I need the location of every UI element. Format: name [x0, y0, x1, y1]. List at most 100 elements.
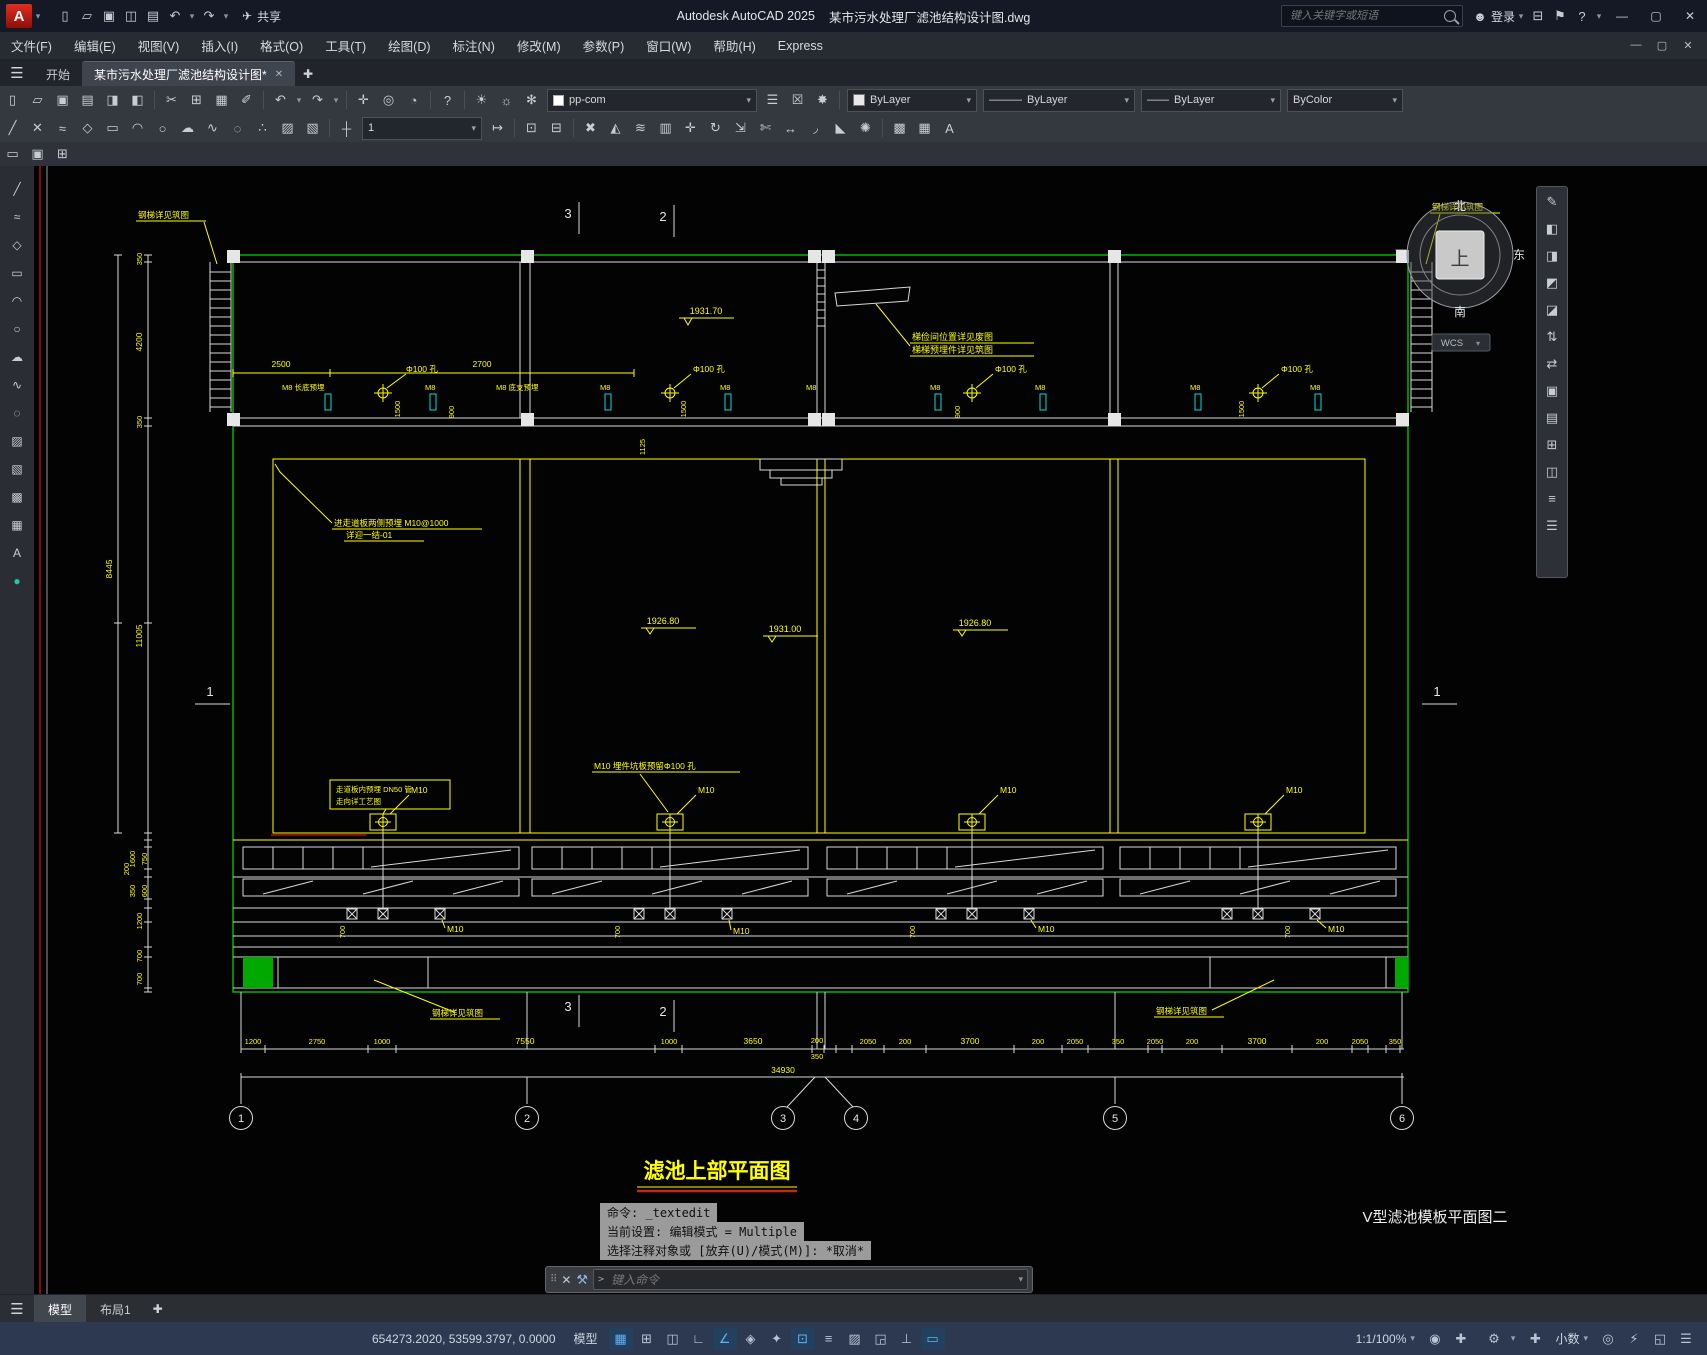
line-stack-icon[interactable]: ≡ — [1541, 488, 1564, 509]
doc-restore-icon[interactable]: ▢ — [1649, 39, 1675, 52]
mtext-icon[interactable]: A — [938, 118, 961, 139]
color-caret-icon[interactable]: ▾ — [966, 95, 971, 106]
draw-order-above-icon[interactable]: ◩ — [1541, 272, 1564, 293]
point-style-icon[interactable]: ● — [6, 570, 29, 591]
zoom-icon[interactable]: ◎ — [377, 90, 400, 111]
minimize-button[interactable]: — — [1605, 0, 1639, 32]
xline-icon[interactable]: ✕ — [26, 118, 49, 139]
store-cart-icon[interactable]: ⊟ — [1527, 5, 1549, 27]
new-layout-button[interactable]: ✚ — [145, 1297, 171, 1321]
search-icon[interactable] — [1443, 10, 1456, 22]
model-space-label[interactable]: 模型 — [574, 1330, 598, 1347]
new-tab-button[interactable]: ✚ — [295, 62, 321, 86]
match-properties-icon[interactable]: ✐ — [235, 90, 258, 111]
spline-icon[interactable]: ∿ — [201, 118, 224, 139]
move-icon[interactable]: ✛ — [679, 118, 702, 139]
edit-polyline-icon[interactable]: ▭ — [1, 144, 24, 165]
redo-list-caret-icon[interactable]: ▾ — [330, 89, 342, 111]
palette-icon[interactable]: ▣ — [1541, 380, 1564, 401]
undo-list-caret-icon[interactable]: ▾ — [293, 89, 305, 111]
search-input[interactable] — [1287, 9, 1440, 23]
insert-block-icon[interactable]: ⊡ — [520, 118, 543, 139]
plotstyle-caret-icon[interactable]: ▾ — [1392, 95, 1397, 106]
mirror-icon[interactable]: ◭ — [604, 118, 627, 139]
redo-icon[interactable]: ↷ — [198, 5, 220, 27]
array-icon[interactable]: ▥ — [654, 118, 677, 139]
gradient-tool-icon[interactable]: ▧ — [6, 458, 29, 479]
polygon-tool-icon[interactable]: ◇ — [6, 234, 29, 255]
app-menu-icon[interactable]: ☰ — [0, 59, 34, 86]
arc-tool-icon[interactable]: ◠ — [6, 290, 29, 311]
fillet-icon[interactable]: ◞ — [804, 118, 827, 139]
workspace-switching[interactable]: ⚙ ▾ — [1474, 1328, 1523, 1350]
object-snap-icon[interactable]: ⊡ — [790, 1327, 815, 1350]
spline-tool-icon[interactable]: ∿ — [6, 374, 29, 395]
scale-dropdown[interactable]: 1 ▾ — [362, 116, 482, 140]
drawing-svg[interactable]: 钢梯详见筑图 钢梯详见筑图 1931.70 梯俭间位置详见废图 梯梯预埋件详见筑… — [34, 166, 1707, 1294]
command-bar-close-icon[interactable]: ✕ — [561, 1273, 571, 1287]
plot-icon2[interactable]: ▤ — [76, 90, 99, 111]
dynamic-input-icon[interactable]: ▭ — [920, 1327, 945, 1350]
layout-menu-icon[interactable]: ☰ — [0, 1296, 34, 1323]
scale-caret-icon[interactable]: ▾ — [471, 123, 476, 134]
ortho-toggle-icon[interactable]: ∟ — [687, 1328, 711, 1350]
tab-start[interactable]: 开始 — [34, 62, 82, 86]
chamfer-icon[interactable]: ◣ — [829, 118, 852, 139]
offset-icon[interactable]: ≋ — [629, 118, 652, 139]
ellipse-icon[interactable]: ◌ — [226, 118, 249, 139]
edit-attribute-icon[interactable]: ⊞ — [51, 144, 74, 165]
extend-icon[interactable]: ↔ — [779, 118, 802, 139]
gradient-icon[interactable]: ▧ — [301, 118, 324, 139]
erase-icon[interactable]: ✖ — [579, 118, 602, 139]
copy-clip-icon[interactable]: ⊞ — [185, 90, 208, 111]
logo-caret-icon[interactable]: ▾ — [32, 5, 44, 27]
undo-caret-icon[interactable]: ▾ — [186, 5, 198, 27]
annotation-visibility-icon[interactable]: ◉ — [1423, 1328, 1447, 1350]
table-icon[interactable]: ▦ — [913, 118, 936, 139]
save-file-icon[interactable]: ▣ — [51, 90, 74, 111]
undo-icon[interactable]: ↶ — [164, 5, 186, 27]
grid-toggle-icon[interactable]: ▦ — [608, 1327, 633, 1350]
distance-icon[interactable]: ↦ — [486, 118, 509, 139]
rectangle-icon[interactable]: ▭ — [101, 118, 124, 139]
hatch-icon[interactable]: ▨ — [276, 118, 299, 139]
help-circle-icon[interactable]: ? — [436, 90, 459, 111]
layer-isolate-icon[interactable]: ✸ — [811, 90, 834, 111]
command-bar-grip[interactable]: ⠿ — [550, 1274, 557, 1285]
arc-icon[interactable]: ◠ — [126, 118, 149, 139]
isolate-objects-icon[interactable]: ◎ — [1596, 1328, 1620, 1350]
menu-express[interactable]: Express — [767, 32, 834, 59]
transparency-icon[interactable]: ▨ — [843, 1328, 867, 1350]
menu-draw[interactable]: 绘图(D) — [377, 32, 441, 59]
login-caret-icon[interactable]: ▾ — [1515, 5, 1527, 27]
share-button[interactable]: ✈ 共享 — [242, 8, 281, 25]
snap-toggle-icon[interactable]: ⊞ — [635, 1328, 659, 1350]
units-dropdown[interactable]: 小数 ▾ — [1548, 1328, 1595, 1350]
polygon-icon[interactable]: ◇ — [76, 118, 99, 139]
layer-state-checkbox[interactable] — [553, 94, 564, 106]
menu-view[interactable]: 视图(V) — [127, 32, 191, 59]
customize-wrench-icon[interactable]: ⚒ — [576, 1272, 588, 1288]
table-tool-icon[interactable]: ▦ — [6, 514, 29, 535]
circle-icon[interactable]: ○ — [151, 118, 174, 139]
dynamic-ucs-icon[interactable]: ⊥ — [895, 1328, 919, 1350]
edit-pencil-icon[interactable]: ✎ — [1541, 191, 1564, 212]
clean-screen-icon[interactable]: ◱ — [1648, 1328, 1672, 1350]
new-icon[interactable]: ▯ — [1, 90, 24, 111]
open-icon[interactable]: ▱ — [76, 5, 98, 27]
saveas-icon[interactable]: ◫ — [120, 5, 142, 27]
trim-icon[interactable]: ✄ — [754, 118, 777, 139]
draw-order-front-icon[interactable]: ◧ — [1541, 218, 1564, 239]
color-dropdown[interactable]: ByLayer ▾ — [847, 88, 977, 112]
rectangle-tool-icon[interactable]: ▭ — [6, 262, 29, 283]
menu-help[interactable]: 帮助(H) — [702, 32, 766, 59]
help-caret-icon[interactable]: ▾ — [1593, 5, 1605, 27]
selection-cycling-icon[interactable]: ◲ — [869, 1328, 893, 1350]
command-input[interactable] — [609, 1271, 1014, 1288]
plot-icon[interactable]: ▤ — [142, 5, 164, 27]
line-tool-icon[interactable]: ╱ — [6, 178, 29, 199]
lineweight-caret-icon[interactable]: ▾ — [1270, 95, 1275, 106]
create-block-icon[interactable]: ⊟ — [545, 118, 568, 139]
edit-hatch-icon[interactable]: ▣ — [26, 144, 49, 165]
tab-model[interactable]: 模型 — [34, 1295, 87, 1323]
